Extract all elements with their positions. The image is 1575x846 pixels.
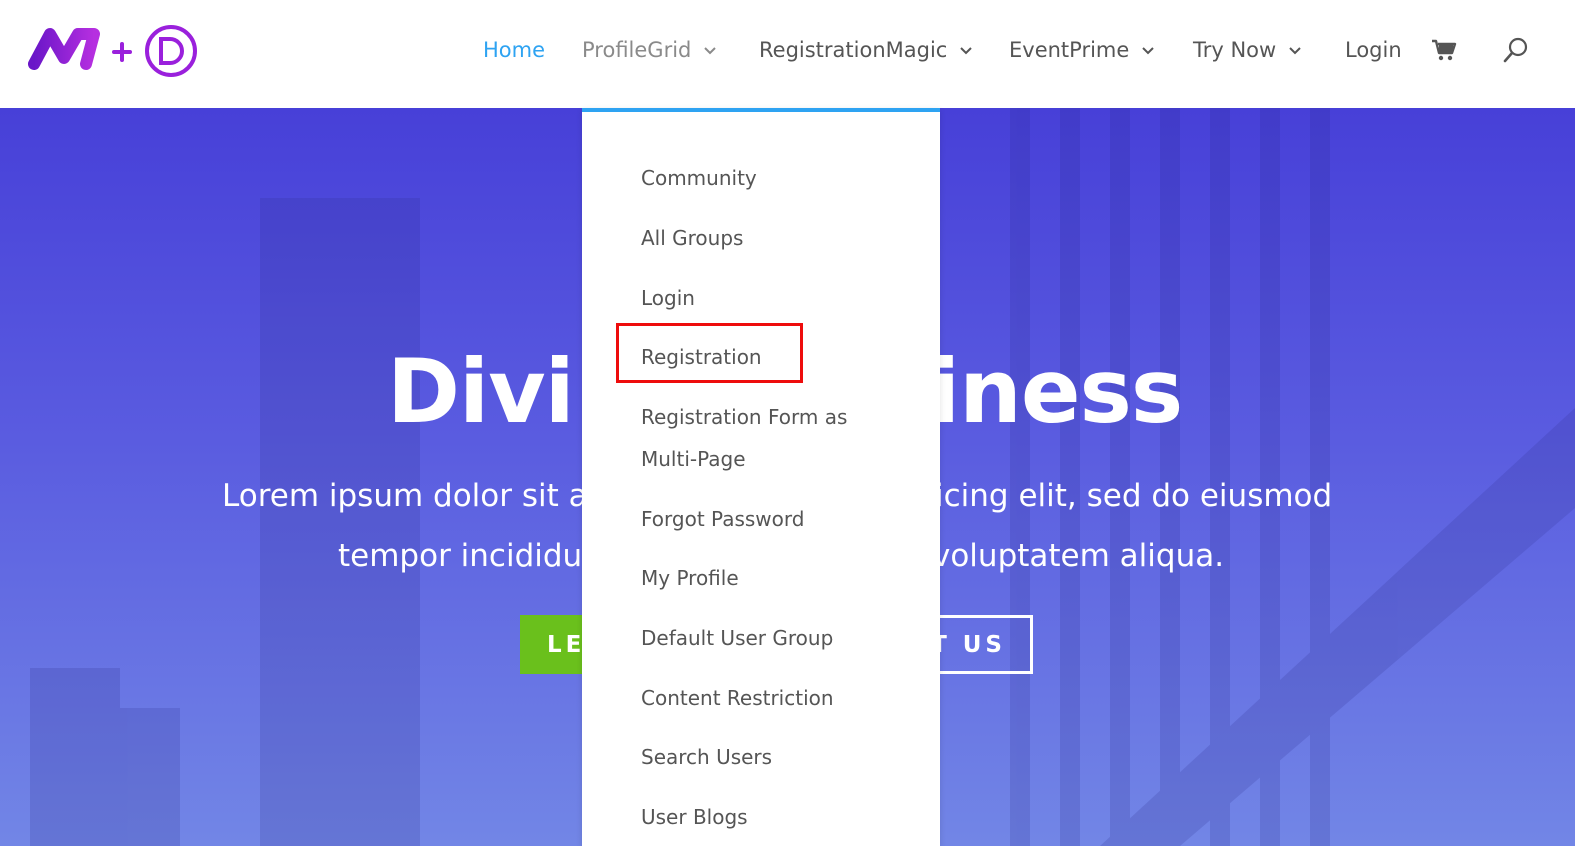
hero-subtitle-line1-right: icing elit, sed do eiusmod <box>935 478 1333 514</box>
search-icon <box>1503 37 1528 63</box>
nav-registrationmagic-label: RegistrationMagic <box>759 38 948 62</box>
menu-item-label: Registration <box>641 345 762 369</box>
search-button[interactable] <box>1500 34 1532 66</box>
menu-item-label: Forgot Password <box>641 507 805 531</box>
nav-registrationmagic[interactable]: RegistrationMagic <box>759 34 973 66</box>
chevron-down-icon <box>1289 47 1301 55</box>
menu-item-label: Content Restriction <box>641 686 834 710</box>
profilegrid-dropdown-menu: Community All Groups Login Registration … <box>582 108 940 846</box>
hero-subtitle-line2-left: tempor incididu <box>338 538 583 574</box>
hero-title-left: Divi <box>387 340 575 443</box>
chevron-down-icon <box>704 47 717 55</box>
nav-home-label: Home <box>483 38 546 62</box>
menu-item-default-user-group[interactable]: Default User Group <box>641 617 833 659</box>
menu-item-label: All Groups <box>641 226 744 250</box>
menu-item-registration-multi-page[interactable]: Registration Form as Multi-Page <box>641 396 881 480</box>
menu-item-registration[interactable]: Registration <box>641 336 762 378</box>
menu-item-forgot-password[interactable]: Forgot Password <box>641 498 804 540</box>
nav-login-label: Login <box>1345 38 1402 62</box>
chevron-down-icon <box>960 47 973 55</box>
site-header: Home ProfileGrid RegistrationMagic Event… <box>0 0 1575 108</box>
nav-try-now-label: Try Now <box>1193 38 1277 62</box>
hero-title-right: iness <box>930 340 1183 443</box>
learn-more-button-label: LE <box>547 631 586 658</box>
menu-item-content-restriction[interactable]: Content Restriction <box>641 677 834 719</box>
menu-item-label: Default User Group <box>641 626 834 650</box>
nav-eventprime[interactable]: EventPrime <box>1009 34 1155 66</box>
menu-item-label: Login <box>641 286 695 310</box>
nav-login[interactable]: Login <box>1345 34 1402 66</box>
shopping-cart-icon <box>1432 39 1457 61</box>
menu-item-user-blogs[interactable]: User Blogs <box>641 796 748 838</box>
menu-item-label: Community <box>641 166 757 190</box>
menu-item-label: Registration Form as Multi-Page <box>641 405 848 471</box>
menu-item-my-profile[interactable]: My Profile <box>641 557 739 599</box>
contact-us-button-label: T US <box>931 631 1006 658</box>
menu-item-login[interactable]: Login <box>641 277 695 319</box>
menu-item-all-groups[interactable]: All Groups <box>641 217 743 259</box>
nav-home[interactable]: Home <box>483 34 545 66</box>
nav-profilegrid-label: ProfileGrid <box>582 38 692 62</box>
menu-item-label: My Profile <box>641 566 739 590</box>
main-nav: Home ProfileGrid RegistrationMagic Event… <box>0 0 1575 108</box>
nav-profilegrid[interactable]: ProfileGrid <box>582 34 717 66</box>
chevron-down-icon <box>1142 47 1155 55</box>
hero-subtitle-line1-left: Lorem ipsum dolor sit a <box>222 478 588 514</box>
cart-button[interactable] <box>1428 34 1460 66</box>
nav-try-now[interactable]: Try Now <box>1193 34 1302 66</box>
menu-item-label: User Blogs <box>641 805 748 829</box>
menu-item-label: Search Users <box>641 745 773 769</box>
menu-item-community[interactable]: Community <box>641 157 757 199</box>
menu-item-search-users[interactable]: Search Users <box>641 736 772 778</box>
hero-subtitle-line2-right: voluptatem aliqua. <box>932 538 1225 574</box>
nav-eventprime-label: EventPrime <box>1009 38 1130 62</box>
